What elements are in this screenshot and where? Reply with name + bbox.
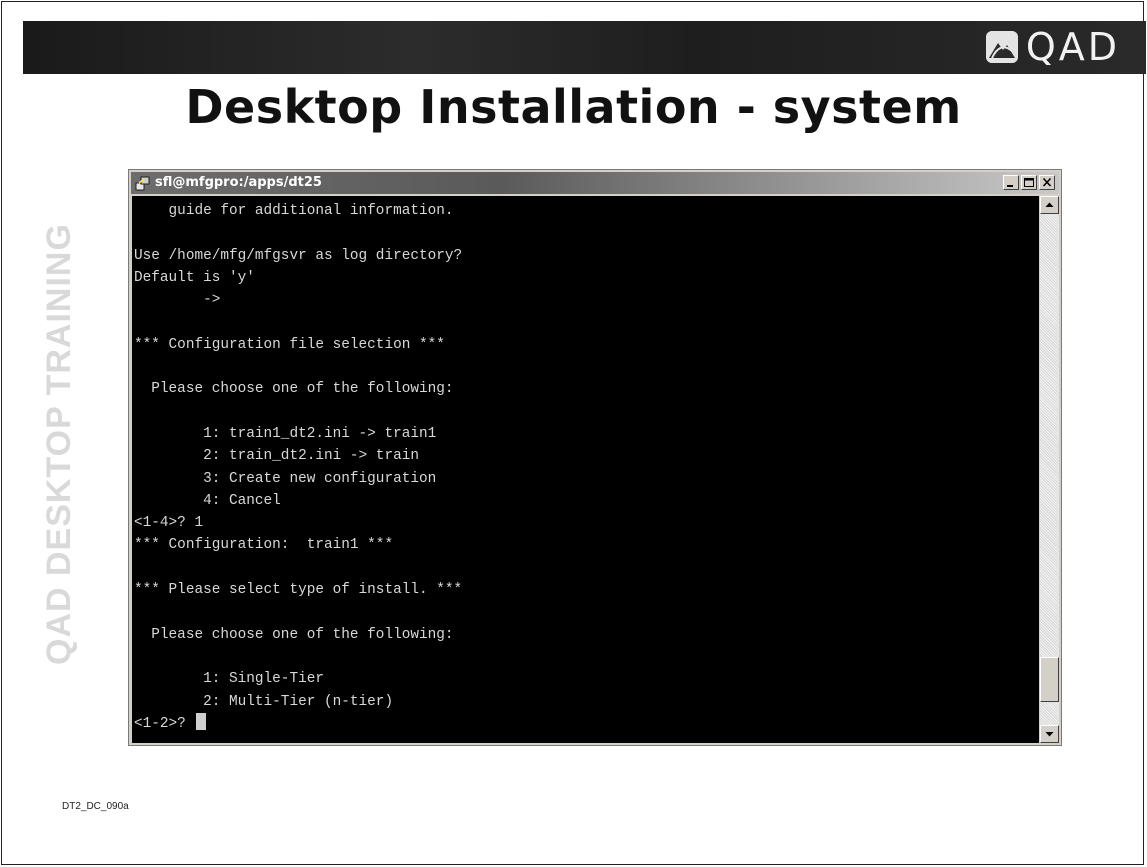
terminal-line: guide for additional information. (134, 203, 454, 219)
terminal-line: Use /home/mfg/mfgsvr as log directory? (134, 247, 463, 264)
terminal-line: Default is 'y' (134, 269, 255, 286)
putty-terminal-icon[interactable] (135, 175, 151, 191)
slide-code: DT2_DC_090a (62, 801, 129, 812)
terminal-line: <1-2>? (134, 712, 462, 735)
terminal-output: guide for additional information. Use /ho… (134, 200, 462, 735)
terminal-line: <1-4>? 1 (134, 515, 204, 532)
terminal-line: 2: train_dt2.ini -> train (134, 448, 419, 465)
terminal-titlebar[interactable]: sfl@mfgpro:/apps/dt25 (131, 172, 1059, 194)
qad-logo: QAD (985, 25, 1120, 69)
scrollbar-thumb[interactable] (1040, 656, 1059, 702)
maximize-icon[interactable] (1021, 175, 1037, 190)
terminal-line: *** Configuration: train1 *** (134, 537, 394, 554)
close-icon[interactable] (1039, 175, 1055, 190)
scroll-up-icon[interactable] (1040, 196, 1059, 214)
vertical-scrollbar[interactable] (1040, 196, 1059, 743)
page-title: Desktop Installation - system (185, 80, 962, 134)
side-watermark: QAD DESKTOP TRAINING (40, 223, 78, 665)
terminal-line: 1: Single-Tier (134, 671, 324, 688)
terminal-line: 4: Cancel (134, 492, 281, 509)
text-cursor (196, 712, 207, 730)
terminal-screen[interactable]: guide for additional information. Use /ho… (132, 196, 1039, 743)
terminal-window[interactable]: sfl@mfgpro:/apps/dt25 guide for addition… (128, 169, 1062, 746)
terminal-line: Please choose one of the following: (134, 626, 454, 643)
terminal-line: -> (134, 292, 221, 309)
terminal-line: 3: Create new configuration (134, 470, 437, 487)
minimize-icon[interactable] (1003, 175, 1019, 190)
terminal-line: 2: Multi-Tier (n-tier) (134, 693, 394, 710)
qad-mountain-logo-icon (985, 31, 1018, 63)
terminal-line: 1: train1_dt2.ini -> train1 (134, 425, 437, 442)
terminal-line: *** Please select type of install. *** (134, 582, 463, 599)
terminal-window-title: sfl@mfgpro:/apps/dt25 (155, 175, 322, 190)
terminal-line: *** Configuration file selection *** (134, 336, 445, 353)
logo-text: QAD (1025, 25, 1120, 69)
scroll-down-icon[interactable] (1040, 725, 1059, 743)
header-bar: QAD (23, 21, 1146, 74)
terminal-line: Please choose one of the following: (134, 381, 454, 398)
